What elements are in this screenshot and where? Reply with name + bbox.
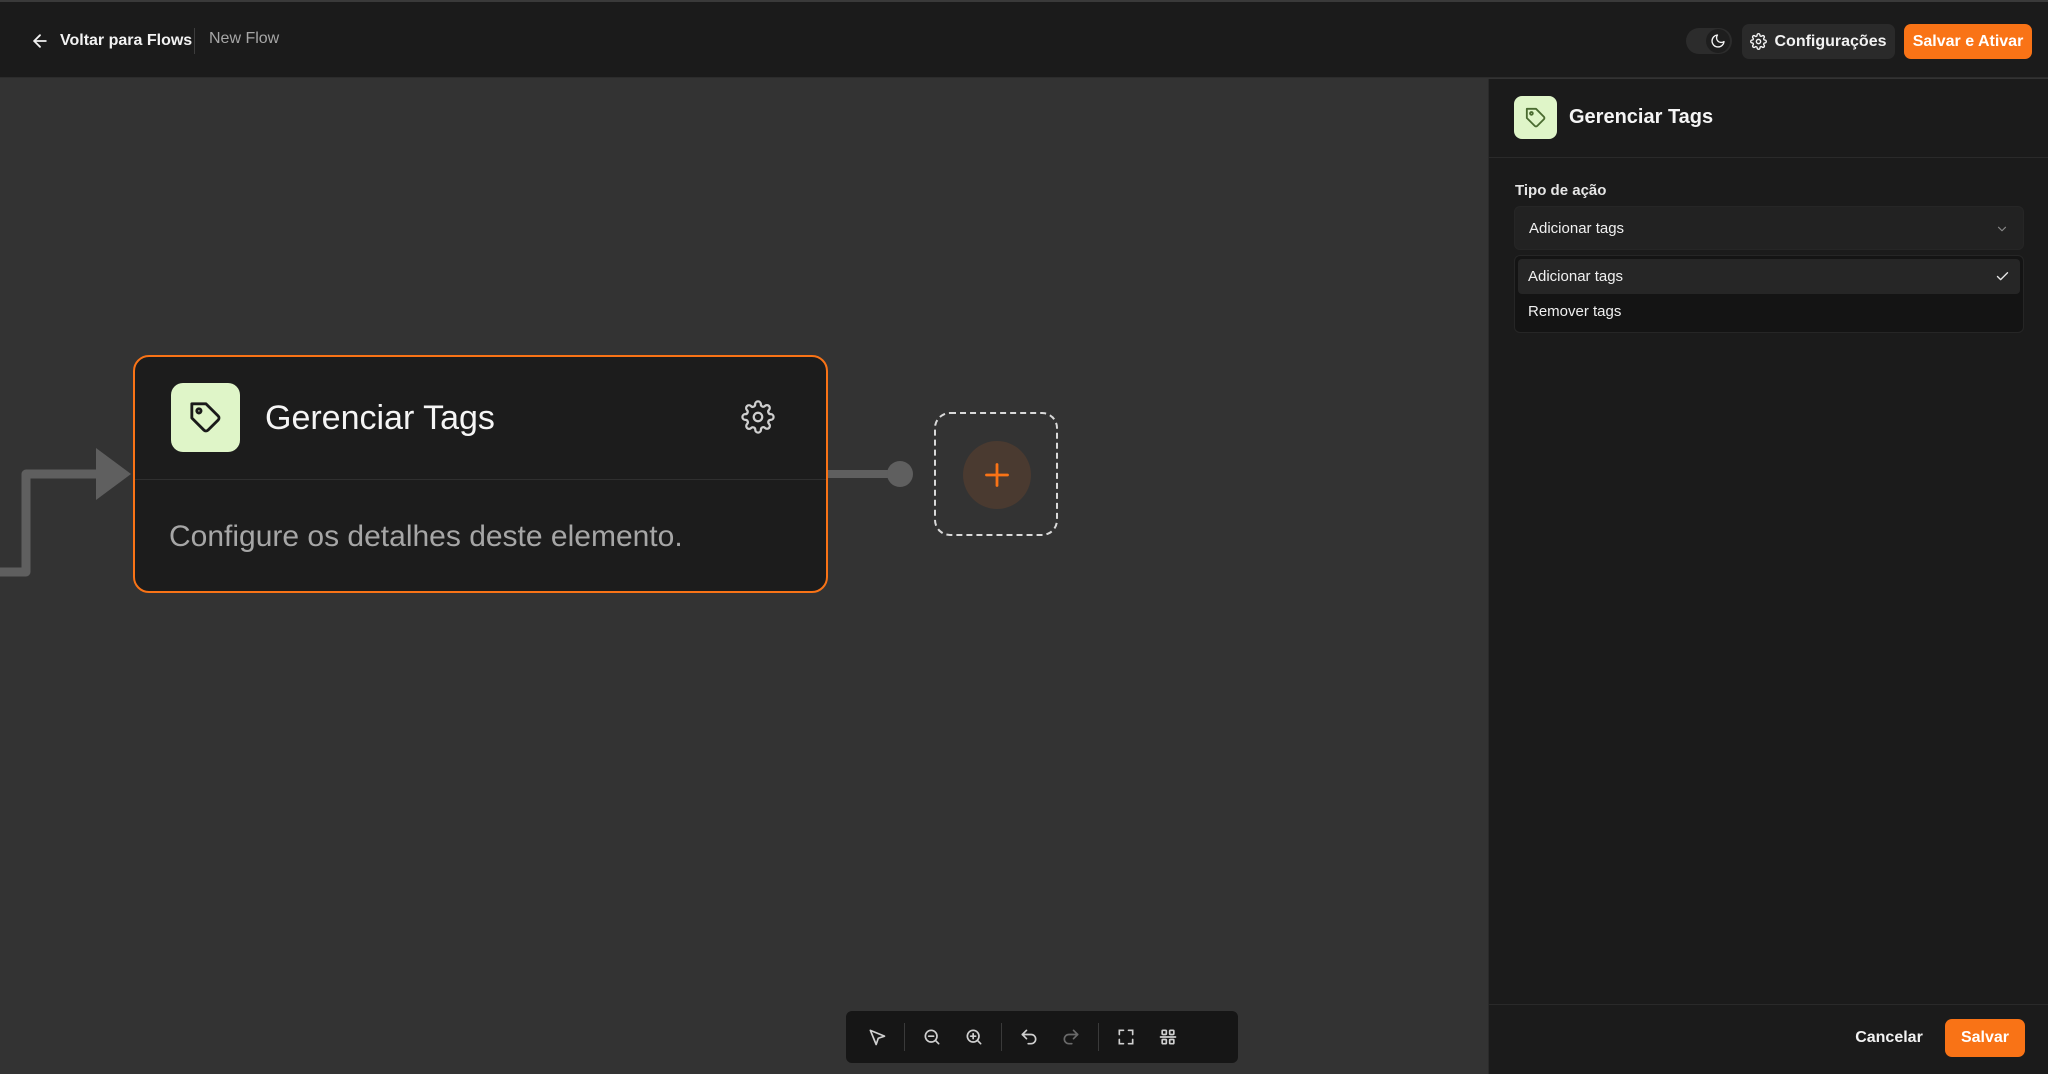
- add-node-button[interactable]: [963, 441, 1031, 509]
- check-icon: [1996, 272, 2009, 281]
- panel-footer: Cancelar Salvar: [1489, 1004, 2048, 1074]
- action-type-dropdown: Adicionar tags Remover tags: [1514, 255, 2024, 333]
- auto-layout-icon[interactable]: [1147, 1016, 1189, 1058]
- option-remove-tags[interactable]: Remover tags: [1518, 294, 2020, 329]
- cancel-button[interactable]: Cancelar: [1846, 1019, 1932, 1057]
- option-add-tags[interactable]: Adicionar tags: [1518, 259, 2020, 294]
- option-label: Remover tags: [1528, 303, 1622, 320]
- settings-label: Configurações: [1774, 32, 1887, 50]
- action-type-label: Tipo de ação: [1515, 182, 1607, 199]
- moon-icon: [1706, 29, 1730, 53]
- toolbar-divider: [1001, 1023, 1002, 1051]
- undo-icon[interactable]: [1008, 1016, 1050, 1058]
- node-description: Configure os detalhes deste elemento.: [169, 520, 683, 553]
- panel-header: Gerenciar Tags: [1489, 79, 2048, 158]
- tag-icon: [171, 383, 240, 452]
- save-and-activate-button[interactable]: Salvar e Ativar: [1904, 24, 2032, 59]
- header-divider: [194, 28, 195, 54]
- action-type-select[interactable]: Adicionar tags: [1514, 206, 2024, 250]
- canvas-toolbar: [846, 1011, 1238, 1063]
- select-pointer-icon[interactable]: [856, 1016, 898, 1058]
- add-node-placeholder[interactable]: [934, 412, 1058, 536]
- node-title: Gerenciar Tags: [265, 399, 495, 437]
- plus-icon: [985, 463, 1009, 487]
- chevron-down-icon: [1997, 226, 2007, 232]
- properties-panel: Gerenciar Tags Tipo de ação Adicionar ta…: [1488, 79, 2048, 1074]
- zoom-in-icon[interactable]: [953, 1016, 995, 1058]
- tag-icon: [1514, 96, 1557, 139]
- gear-icon: [1750, 33, 1768, 50]
- node-divider: [135, 479, 826, 480]
- theme-toggle[interactable]: [1686, 28, 1732, 54]
- incoming-connector: [0, 448, 131, 577]
- toolbar-divider: [1098, 1023, 1099, 1051]
- redo-icon[interactable]: [1050, 1016, 1092, 1058]
- node-settings-gear-icon[interactable]: [741, 400, 777, 436]
- fit-view-icon[interactable]: [1105, 1016, 1147, 1058]
- flow-name[interactable]: New Flow: [209, 30, 279, 48]
- save-button[interactable]: Salvar: [1945, 1019, 2025, 1057]
- zoom-out-icon[interactable]: [911, 1016, 953, 1058]
- outgoing-connector: [828, 461, 913, 487]
- settings-button[interactable]: Configurações: [1742, 24, 1895, 59]
- flow-node-manage-tags[interactable]: Gerenciar Tags Configure os detalhes des…: [133, 355, 828, 593]
- panel-title: Gerenciar Tags: [1569, 106, 1714, 128]
- select-value: Adicionar tags: [1529, 220, 1625, 237]
- option-label: Adicionar tags: [1528, 268, 1624, 285]
- toolbar-divider: [904, 1023, 905, 1051]
- top-bar: Voltar para Flows New Flow Configurações…: [0, 0, 2048, 78]
